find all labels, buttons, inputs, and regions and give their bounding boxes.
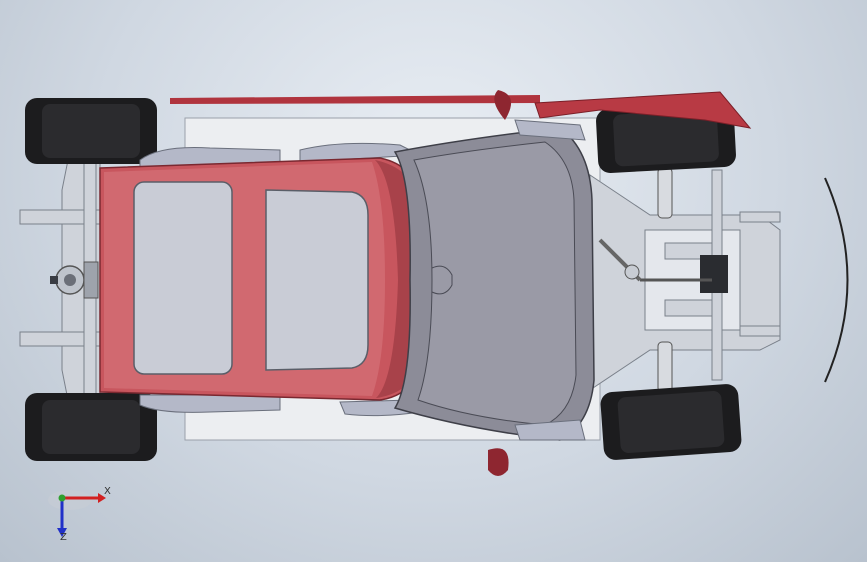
orientation-triad: X Z (40, 480, 120, 550)
z-axis-label: Z (60, 532, 67, 543)
y-axis-dot (58, 494, 66, 502)
rear-window (133, 181, 233, 375)
tire-front-right (600, 384, 742, 460)
side-mirror-bottom (488, 448, 509, 476)
tire-rear-left (25, 98, 157, 164)
graphics-viewport[interactable]: X Z (0, 0, 867, 562)
view-arc (824, 177, 849, 383)
rear-rod (170, 90, 540, 120)
tire-rear-right (25, 393, 157, 461)
rear-differential (50, 261, 99, 299)
roof-window (265, 189, 369, 371)
front-hood (393, 127, 595, 441)
x-axis-label: X (104, 486, 111, 497)
car-model-top-view[interactable] (0, 0, 867, 562)
